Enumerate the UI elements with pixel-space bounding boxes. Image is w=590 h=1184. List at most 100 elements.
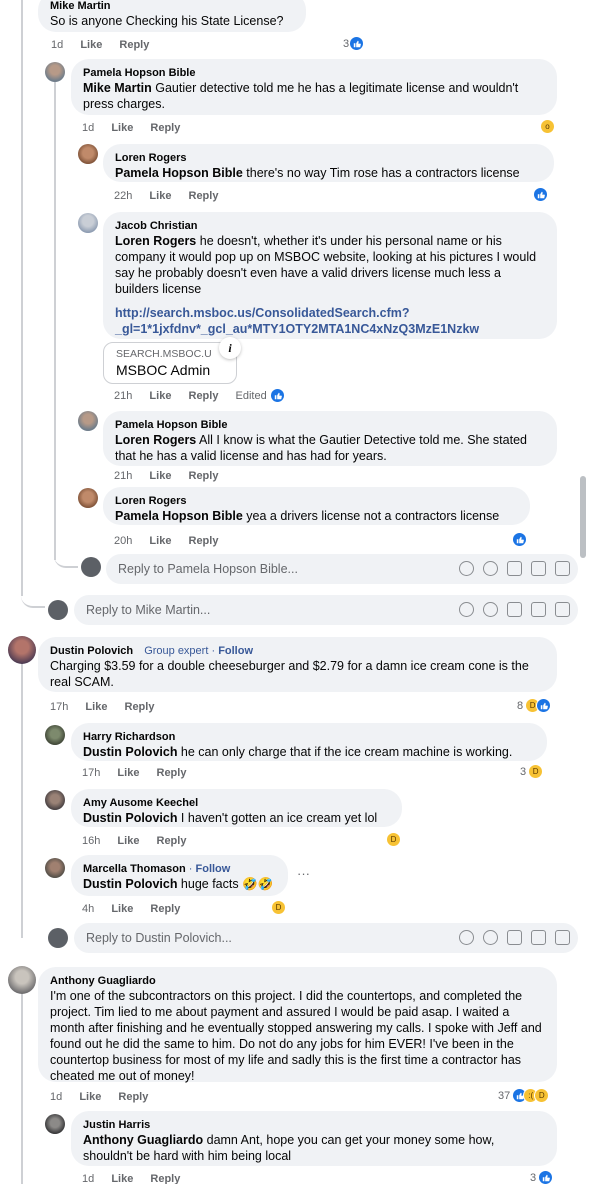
reply-button[interactable]: Reply <box>189 470 219 482</box>
reply-button[interactable]: Reply <box>150 1173 180 1184</box>
comment-author[interactable]: Pamela Hopson Bible <box>83 66 545 80</box>
sticker-icon[interactable] <box>555 602 570 617</box>
comment-author[interactable]: Harry Richardson <box>83 730 535 744</box>
avatar[interactable] <box>45 725 65 745</box>
comment-author[interactable]: Jacob Christian <box>115 219 545 233</box>
like-button[interactable]: Like <box>111 122 133 134</box>
like-button[interactable]: Like <box>149 470 171 482</box>
mention[interactable]: Dustin Polovich <box>83 811 177 825</box>
reaction-summary[interactable]: 3 <box>530 1170 554 1184</box>
comment-author[interactable]: Mike Martin <box>50 0 294 13</box>
reaction-summary[interactable]: 3 <box>343 36 365 51</box>
scrollbar-thumb[interactable] <box>580 476 586 558</box>
like-button[interactable]: Like <box>79 1091 101 1103</box>
emoji-icon[interactable] <box>483 561 498 576</box>
gif-icon[interactable] <box>531 930 546 945</box>
reply-button[interactable]: Reply <box>189 390 219 402</box>
comment-author[interactable]: Loren Rogers <box>115 494 518 508</box>
comment-time[interactable]: 21h <box>114 470 132 482</box>
mention[interactable]: Anthony Guagliardo <box>83 1133 203 1147</box>
like-button[interactable]: Like <box>117 767 139 779</box>
comment-time[interactable]: 17h <box>82 767 100 779</box>
sticker-icon[interactable] <box>555 561 570 576</box>
comment-author[interactable]: Dustin Polovich <box>50 645 133 657</box>
avatar-sticker-icon[interactable] <box>459 930 474 945</box>
external-link[interactable]: http://search.msboc.us/ConsolidatedSearc… <box>115 305 545 321</box>
comment-author[interactable]: Marcella Thomason <box>83 863 186 875</box>
reply-input[interactable]: Reply to Pamela Hopson Bible... <box>106 554 578 584</box>
comment-time[interactable]: 1d <box>82 1173 94 1184</box>
reply-input[interactable]: Reply to Mike Martin... <box>74 595 578 625</box>
avatar[interactable] <box>78 488 98 508</box>
emoji-icon[interactable] <box>483 602 498 617</box>
like-button[interactable]: Like <box>149 390 171 402</box>
comment-time[interactable]: 1d <box>51 39 63 51</box>
reply-button[interactable]: Reply <box>189 535 219 547</box>
link-preview-card[interactable]: SEARCH.MSBOC.U MSBOC Admin <box>103 342 237 384</box>
reply-button[interactable]: Reply <box>150 122 180 134</box>
reply-button[interactable]: Reply <box>118 1091 148 1103</box>
comment-author[interactable]: Pamela Hopson Bible <box>115 418 545 432</box>
info-icon[interactable]: i <box>219 337 241 359</box>
edited-label[interactable]: Edited <box>236 390 267 402</box>
like-button[interactable]: Like <box>149 190 171 202</box>
comment-time[interactable]: 1d <box>50 1091 62 1103</box>
camera-icon[interactable] <box>507 602 522 617</box>
reaction-summary[interactable]: o <box>540 119 555 134</box>
mention[interactable]: Dustin Polovich <box>83 877 177 891</box>
reaction-summary[interactable]: 8 D <box>517 698 552 713</box>
gif-icon[interactable] <box>531 561 546 576</box>
reply-button[interactable]: Reply <box>125 701 155 713</box>
avatar[interactable] <box>45 62 65 82</box>
mention[interactable]: Loren Rogers <box>115 433 196 447</box>
more-options-button[interactable]: ··· <box>297 866 310 881</box>
like-button[interactable]: Like <box>111 1173 133 1184</box>
reaction-summary[interactable] <box>512 532 527 547</box>
like-button[interactable]: Like <box>149 535 171 547</box>
comment-time[interactable]: 20h <box>114 535 132 547</box>
mention[interactable]: Mike Martin <box>83 81 152 95</box>
follow-link[interactable]: Follow <box>196 863 231 875</box>
like-button[interactable]: Like <box>80 39 102 51</box>
reply-input[interactable]: Reply to Dustin Polovich... <box>74 923 578 953</box>
gif-icon[interactable] <box>531 602 546 617</box>
reaction-summary[interactable]: D <box>271 900 286 915</box>
my-avatar[interactable] <box>48 600 68 620</box>
comment-time[interactable]: 21h <box>114 390 132 402</box>
emoji-icon[interactable] <box>483 930 498 945</box>
mention[interactable]: Loren Rogers <box>115 234 196 248</box>
like-button[interactable]: Like <box>111 903 133 915</box>
my-avatar[interactable] <box>81 557 101 577</box>
reaction-summary[interactable] <box>533 187 548 202</box>
sticker-icon[interactable] <box>555 930 570 945</box>
reply-button[interactable]: Reply <box>150 903 180 915</box>
avatar-sticker-icon[interactable] <box>459 602 474 617</box>
comment-time[interactable]: 4h <box>82 903 94 915</box>
avatar[interactable] <box>45 858 65 878</box>
mention[interactable]: Pamela Hopson Bible <box>115 166 243 180</box>
reaction-summary[interactable] <box>270 388 285 403</box>
follow-link[interactable]: Follow <box>218 645 253 657</box>
avatar-sticker-icon[interactable] <box>459 561 474 576</box>
camera-icon[interactable] <box>507 561 522 576</box>
comment-author[interactable]: Amy Ausome Keechel <box>83 796 390 810</box>
comment-time[interactable]: 16h <box>82 835 100 847</box>
avatar[interactable] <box>78 144 98 164</box>
external-link[interactable]: _gl=1*1jxfdnv*_gcl_au*MTY1OTY2MTA1NC4xNz… <box>115 321 545 337</box>
my-avatar[interactable] <box>48 928 68 948</box>
comment-time[interactable]: 17h <box>50 701 68 713</box>
comment-author[interactable]: Loren Rogers <box>115 151 542 165</box>
reaction-summary[interactable]: 3 D <box>520 764 544 779</box>
group-expert-badge[interactable]: Group expert <box>144 645 208 657</box>
like-button[interactable]: Like <box>117 835 139 847</box>
mention[interactable]: Dustin Polovich <box>83 745 177 759</box>
comment-author[interactable]: Anthony Guagliardo <box>50 974 545 988</box>
avatar[interactable] <box>8 966 36 994</box>
reaction-summary[interactable]: 37 :( D <box>498 1088 550 1103</box>
avatar[interactable] <box>45 790 65 810</box>
reply-button[interactable]: Reply <box>119 39 149 51</box>
reply-button[interactable]: Reply <box>157 767 187 779</box>
comment-time[interactable]: 22h <box>114 190 132 202</box>
reply-button[interactable]: Reply <box>189 190 219 202</box>
avatar[interactable] <box>78 411 98 431</box>
